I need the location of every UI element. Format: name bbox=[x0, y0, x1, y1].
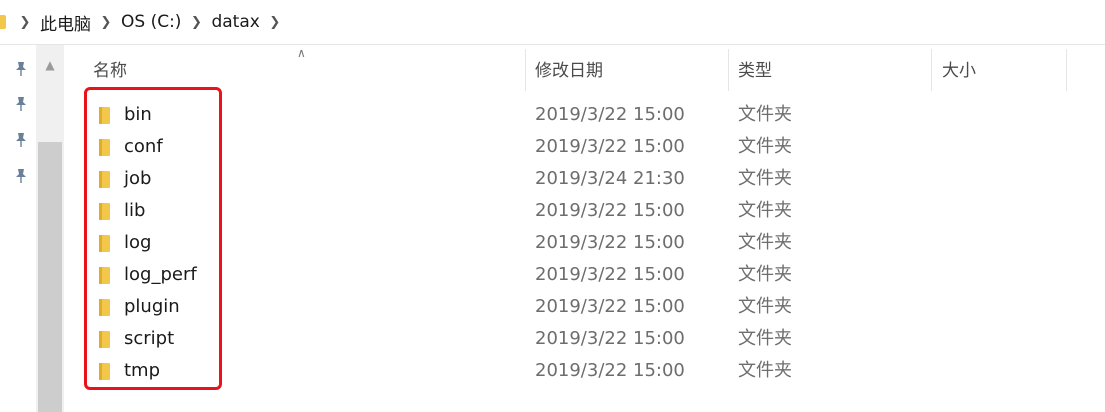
file-date: 2019/3/22 15:00 bbox=[535, 104, 685, 125]
column-divider[interactable] bbox=[728, 49, 729, 91]
file-type: 文件夹 bbox=[738, 360, 792, 381]
column-divider[interactable] bbox=[525, 49, 526, 91]
file-date: 2019/3/24 21:30 bbox=[535, 168, 685, 189]
file-type: 文件夹 bbox=[738, 264, 792, 285]
breadcrumb-item-this-pc[interactable]: 此电脑 bbox=[36, 10, 95, 35]
file-date: 2019/3/22 15:00 bbox=[535, 264, 685, 285]
chevron-right-icon[interactable]: ❯ bbox=[14, 15, 36, 30]
file-date: 2019/3/22 15:00 bbox=[535, 360, 685, 381]
chevron-right-icon[interactable]: ❯ bbox=[264, 15, 286, 30]
address-bar[interactable]: ❯ 此电脑 ❯ OS (C:) ❯ datax ❯ bbox=[0, 0, 1105, 45]
file-type: 文件夹 bbox=[738, 200, 792, 221]
file-date: 2019/3/22 15:00 bbox=[535, 328, 685, 349]
column-header: 名称 修改日期 类型 大小 bbox=[66, 45, 1105, 93]
column-size[interactable]: 大小 bbox=[942, 45, 976, 93]
column-type[interactable]: 类型 bbox=[738, 45, 772, 93]
column-name[interactable]: 名称 bbox=[93, 45, 127, 93]
pin-icon[interactable] bbox=[14, 168, 28, 184]
chevron-right-icon[interactable]: ❯ bbox=[95, 15, 117, 30]
file-date: 2019/3/22 15:00 bbox=[535, 232, 685, 253]
folder-icon bbox=[0, 15, 6, 29]
column-divider[interactable] bbox=[1066, 49, 1067, 91]
nav-scrollbar-thumb[interactable] bbox=[38, 142, 62, 412]
file-type: 文件夹 bbox=[738, 168, 792, 189]
file-type: 文件夹 bbox=[738, 328, 792, 349]
file-date: 2019/3/22 15:00 bbox=[535, 296, 685, 317]
breadcrumb-item-drive[interactable]: OS (C:) bbox=[117, 12, 185, 32]
chevron-right-icon[interactable]: ❯ bbox=[185, 15, 207, 30]
column-divider[interactable] bbox=[931, 49, 932, 91]
highlight-box bbox=[84, 87, 222, 390]
breadcrumb: ❯ 此电脑 ❯ OS (C:) ❯ datax ❯ bbox=[14, 0, 286, 44]
file-type: 文件夹 bbox=[738, 136, 792, 157]
file-type: 文件夹 bbox=[738, 232, 792, 253]
column-date-modified[interactable]: 修改日期 bbox=[535, 45, 603, 93]
file-type: 文件夹 bbox=[738, 296, 792, 317]
file-date: 2019/3/22 15:00 bbox=[535, 200, 685, 221]
pin-icon[interactable] bbox=[14, 61, 28, 77]
pin-icon[interactable] bbox=[14, 132, 28, 148]
breadcrumb-item-datax[interactable]: datax bbox=[207, 12, 263, 32]
file-date: 2019/3/22 15:00 bbox=[535, 136, 685, 157]
sort-up-icon: ∧ bbox=[297, 46, 306, 60]
pin-icon[interactable] bbox=[14, 96, 28, 112]
scroll-up-arrow-icon[interactable]: ▲ bbox=[36, 52, 64, 78]
file-type: 文件夹 bbox=[738, 104, 792, 125]
